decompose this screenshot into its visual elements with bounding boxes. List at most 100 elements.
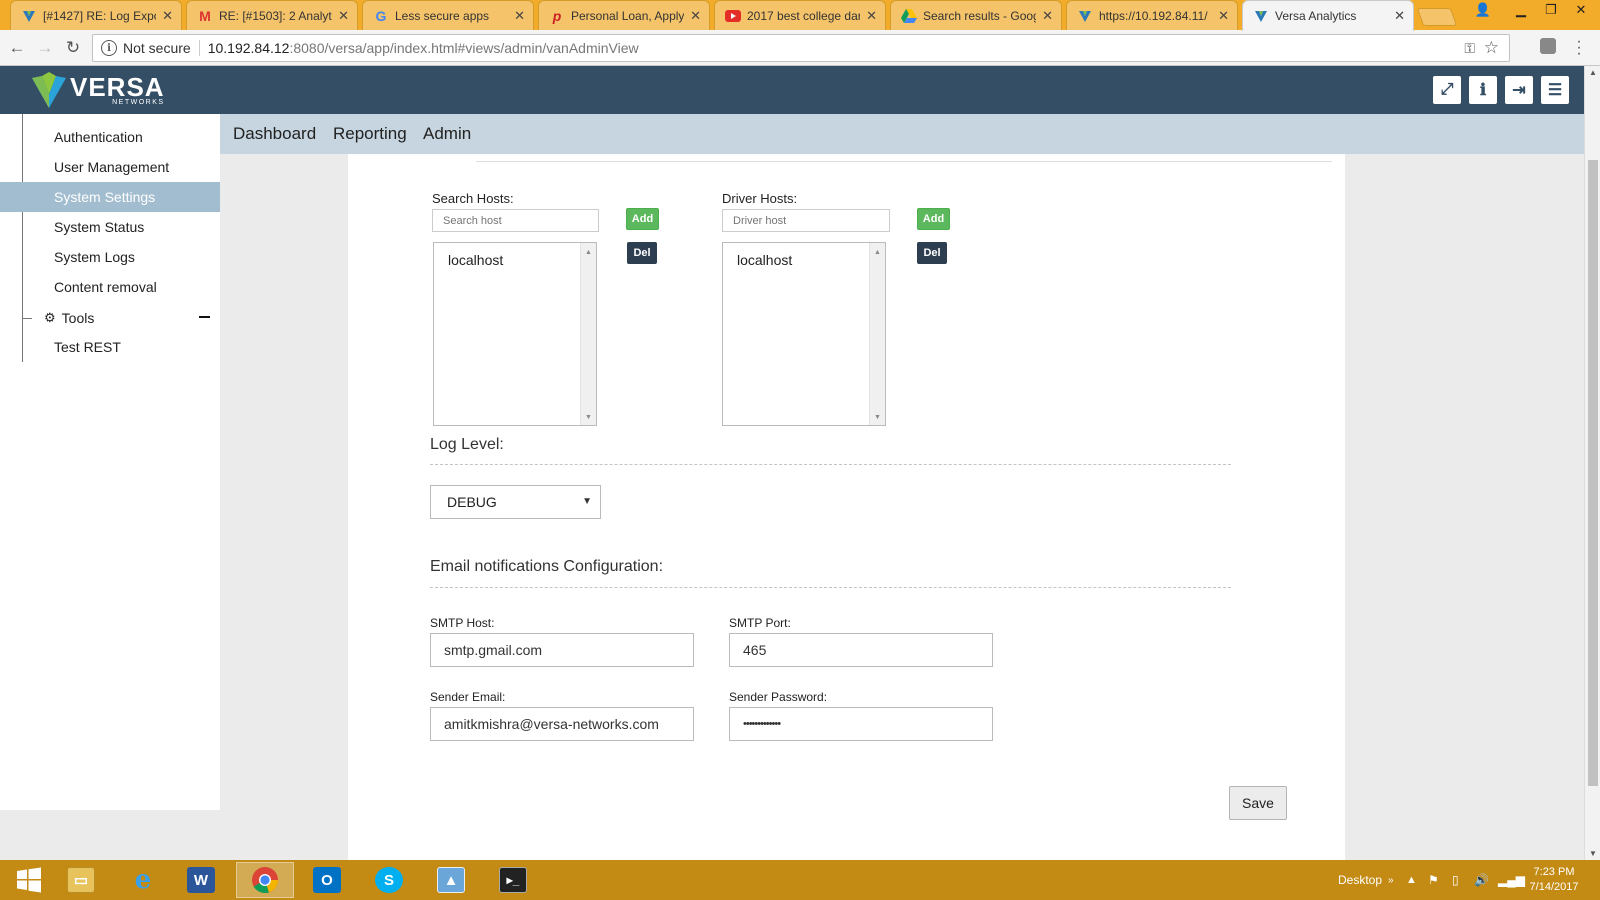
browser-tab[interactable]: https://10.192.84.11/ ✕ <box>1066 0 1238 30</box>
close-icon[interactable]: ✕ <box>338 8 349 24</box>
scroll-down-icon[interactable]: ▼ <box>874 414 881 421</box>
minimize-icon[interactable]: ▁ <box>1506 0 1536 20</box>
delete-driver-host-button[interactable]: Del <box>917 242 947 264</box>
close-icon[interactable]: ✕ <box>1394 8 1405 24</box>
outlook-icon[interactable]: O <box>298 862 356 898</box>
sidebar-item-user-management[interactable]: User Management <box>0 152 220 182</box>
list-item[interactable]: localhost <box>737 252 792 268</box>
sidebar-item-test-rest[interactable]: Test REST <box>0 332 220 362</box>
forward-icon[interactable]: → <box>34 37 56 59</box>
show-hidden-icons[interactable]: ▲ <box>1406 860 1417 900</box>
browser-menu-icon[interactable]: · · · <box>1574 34 1584 62</box>
back-icon[interactable]: ← <box>6 37 28 59</box>
scroll-up-icon[interactable]: ▲ <box>1589 68 1597 77</box>
dashed-divider <box>430 587 1231 588</box>
list-scrollbar[interactable]: ▲ ▼ <box>580 243 596 425</box>
restore-icon[interactable]: ❐ <box>1536 0 1566 20</box>
gmail-icon: M <box>199 7 211 24</box>
list-item[interactable]: localhost <box>448 252 503 268</box>
terminal-icon[interactable]: ▸_ <box>484 862 542 898</box>
sender-password-label: Sender Password: <box>729 690 828 704</box>
info-icon[interactable]: i <box>101 40 117 56</box>
close-icon[interactable]: ✕ <box>1042 8 1053 24</box>
collapse-icon[interactable] <box>199 316 210 318</box>
start-icon[interactable] <box>0 862 58 898</box>
logout-icon[interactable]: ⇥ <box>1505 76 1533 104</box>
driver-hosts-label: Driver Hosts: <box>722 191 798 206</box>
chrome-icon[interactable] <box>236 862 294 898</box>
desktop-label: Desktop <box>1338 873 1383 887</box>
flag-icon[interactable]: ⚑ <box>1428 860 1439 900</box>
log-level-select[interactable]: DEBUG ▼ <box>430 485 601 519</box>
fullscreen-icon[interactable]: ⤢ <box>1433 76 1461 104</box>
browser-tab[interactable]: [#1427] RE: Log Expor ✕ <box>10 0 182 30</box>
scroll-down-icon[interactable]: ▼ <box>1589 849 1597 858</box>
add-search-host-button[interactable]: Add <box>626 208 659 230</box>
scroll-up-icon[interactable]: ▲ <box>874 249 881 256</box>
sender-email-field[interactable]: amitkmishra@versa-networks.com <box>430 707 694 741</box>
file-explorer-icon[interactable]: ▭ <box>52 862 110 898</box>
nav-dashboard[interactable]: Dashboard <box>233 124 316 144</box>
close-icon[interactable]: ✕ <box>162 8 173 24</box>
smtp-port-field[interactable]: 465 <box>729 633 993 667</box>
sidebar-item-authentication[interactable]: Authentication <box>0 122 220 152</box>
window-close-icon[interactable]: ✕ <box>1566 0 1596 20</box>
clock-time: 7:23 PM <box>1533 866 1575 878</box>
internet-explorer-icon[interactable]: e <box>114 862 172 898</box>
search-hosts-label: Search Hosts: <box>432 191 514 206</box>
sidebar-group-tools[interactable]: ⚙ Tools <box>22 306 220 330</box>
driver-host-input[interactable] <box>722 209 890 232</box>
save-button[interactable]: Save <box>1229 786 1287 820</box>
bookmark-star-icon[interactable]: ☆ <box>1484 38 1499 58</box>
search-hosts-list[interactable]: localhost ▲ ▼ <box>433 242 597 426</box>
browser-tab[interactable]: p Personal Loan, Apply ✕ <box>538 0 710 30</box>
sidebar-item-content-removal[interactable]: Content removal <box>0 272 220 302</box>
driver-hosts-list[interactable]: localhost ▲ ▼ <box>722 242 886 426</box>
volume-icon[interactable]: 🔊 <box>1474 860 1489 900</box>
extension-icon[interactable] <box>1540 38 1556 54</box>
address-bar[interactable]: i Not secure 10.192.84.12 :8080/versa/ap… <box>92 34 1510 62</box>
page-scrollbar[interactable]: ▲ ▼ <box>1584 66 1600 860</box>
close-icon[interactable]: ✕ <box>866 8 877 24</box>
logo-text: VERSA <box>70 71 165 102</box>
delete-search-host-button[interactable]: Del <box>627 242 657 264</box>
info-icon[interactable]: ℹ <box>1469 76 1497 104</box>
browser-tab-active[interactable]: Versa Analytics ✕ <box>1242 0 1414 31</box>
key-icon[interactable]: ⚿ <box>1464 40 1475 57</box>
new-tab-button[interactable] <box>1416 8 1458 26</box>
close-icon[interactable]: ✕ <box>1218 8 1229 24</box>
windows-taskbar: ▭ e W O S ▲ ▸_ Desktop» ▲ ⚑ ▯ 🔊 ▂▄▆ 7:23… <box>0 860 1600 900</box>
app-header: VERSA NETWORKS ⤢ ℹ ⇥ ☰ <box>0 66 1584 114</box>
hamburger-menu-icon[interactable]: ☰ <box>1541 76 1569 104</box>
sender-password-field[interactable]: ••••••••••••• <box>729 707 993 741</box>
reload-icon[interactable]: ↻ <box>62 37 84 59</box>
versa-icon <box>1253 8 1269 24</box>
close-icon[interactable]: ✕ <box>690 8 701 24</box>
add-driver-host-button[interactable]: Add <box>917 208 950 230</box>
battery-icon[interactable]: ▯ <box>1452 860 1459 900</box>
sidebar-item-system-logs[interactable]: System Logs <box>0 242 220 272</box>
tab-title: RE: [#1503]: 2 Analytic <box>219 8 333 23</box>
sidebar-item-system-settings[interactable]: System Settings <box>0 182 220 212</box>
photos-icon[interactable]: ▲ <box>422 862 480 898</box>
smtp-host-field[interactable]: smtp.gmail.com <box>430 633 694 667</box>
browser-tab[interactable]: 2017 best college dar ✕ <box>714 0 886 30</box>
list-scrollbar[interactable]: ▲ ▼ <box>869 243 885 425</box>
desktop-toolbar[interactable]: Desktop » <box>1338 860 1394 900</box>
nav-admin[interactable]: Admin <box>423 124 478 157</box>
scrollbar-thumb[interactable] <box>1588 160 1598 786</box>
sidebar-item-system-status[interactable]: System Status <box>0 212 220 242</box>
skype-icon[interactable]: S <box>360 862 418 898</box>
word-icon[interactable]: W <box>172 862 230 898</box>
close-icon[interactable]: ✕ <box>514 8 525 24</box>
profile-icon[interactable]: 👤 <box>1468 0 1498 20</box>
search-host-input[interactable] <box>432 209 599 232</box>
nav-reporting[interactable]: Reporting <box>333 124 407 144</box>
tab-title: Search results - Goog <box>923 8 1037 23</box>
scroll-down-icon[interactable]: ▼ <box>585 414 592 421</box>
browser-tab[interactable]: M RE: [#1503]: 2 Analytic ✕ <box>186 0 358 30</box>
system-clock[interactable]: 7:23 PM 7/14/2017 <box>1518 865 1590 895</box>
browser-tab[interactable]: Search results - Goog ✕ <box>890 0 1062 30</box>
scroll-up-icon[interactable]: ▲ <box>585 249 592 256</box>
browser-tab[interactable]: G Less secure apps ✕ <box>362 0 534 30</box>
